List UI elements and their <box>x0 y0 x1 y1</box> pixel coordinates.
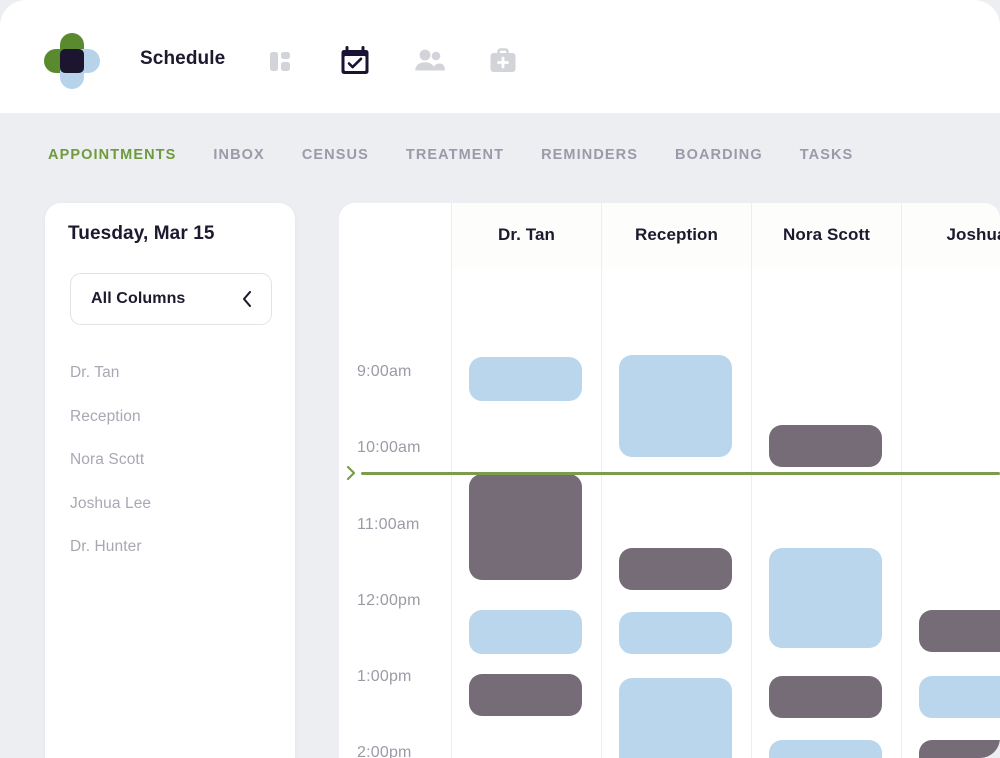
dashboard-icon[interactable] <box>262 42 300 80</box>
sidebar-item-joshua-lee[interactable]: Joshua Lee <box>70 482 280 526</box>
all-columns-selector[interactable]: All Columns <box>70 273 272 325</box>
appointment-block[interactable] <box>769 548 882 648</box>
calendar-check-icon[interactable] <box>336 42 374 80</box>
appointment-block[interactable] <box>469 357 582 401</box>
column-header-label: Nora Scott <box>783 225 870 244</box>
sidebar-item-reception[interactable]: Reception <box>70 395 280 439</box>
schedule-grid: 9:00am 10:00am 11:00am 12:00pm 1:00pm 2:00pm <box>339 267 1000 758</box>
time-label: 11:00am <box>357 516 420 533</box>
time-label: 12:00pm <box>357 592 421 609</box>
appointment-block[interactable] <box>469 610 582 654</box>
time-label: 9:00am <box>357 363 412 380</box>
column-header-label: Dr. Tan <box>497 225 556 244</box>
top-nav-icons <box>262 36 522 86</box>
schedule-panel: Dr. Tan Reception Nora Scott Joshua 9:00… <box>339 203 1000 758</box>
top-bar: Schedule <box>0 0 1000 113</box>
appointment-block[interactable] <box>919 740 1000 758</box>
sidebar-panel: Tuesday, Mar 15 All Columns Dr. Tan Rece… <box>45 203 295 758</box>
tab-treatment[interactable]: TREATMENT <box>406 147 504 163</box>
tab-boarding[interactable]: BOARDING <box>675 147 763 163</box>
current-time-line <box>361 472 1000 475</box>
tab-census[interactable]: CENSUS <box>302 147 369 163</box>
sidebar-item-dr-hunter[interactable]: Dr. Hunter <box>70 525 280 569</box>
page-title: Schedule <box>140 48 226 69</box>
tab-bar: APPOINTMENTS INBOX CENSUS TREATMENT REMI… <box>0 113 1000 297</box>
tab-appointments[interactable]: APPOINTMENTS <box>48 147 176 163</box>
appointment-block[interactable] <box>619 355 732 457</box>
chevron-left-icon <box>240 290 254 308</box>
appointment-block[interactable] <box>769 425 882 467</box>
column-header-label: Joshua <box>946 225 1000 244</box>
sidebar-column-list: Dr. Tan Reception Nora Scott Joshua Lee … <box>70 351 280 569</box>
appointment-block[interactable] <box>919 610 1000 652</box>
people-icon[interactable] <box>410 42 448 80</box>
appointment-block[interactable] <box>469 674 582 716</box>
sidebar-item-dr-tan[interactable]: Dr. Tan <box>70 351 280 395</box>
column-header-joshua[interactable]: Joshua <box>901 203 1000 267</box>
appointment-block[interactable] <box>769 676 882 718</box>
column-header-label: Reception <box>634 225 719 244</box>
time-gutter-header <box>339 203 451 267</box>
sidebar-item-nora-scott[interactable]: Nora Scott <box>70 438 280 482</box>
appointment-block[interactable] <box>619 548 732 590</box>
time-label: 2:00pm <box>357 744 412 758</box>
time-label: 1:00pm <box>357 668 412 685</box>
appointment-block[interactable] <box>619 678 732 758</box>
tab-reminders[interactable]: REMINDERS <box>541 147 638 163</box>
tab-tasks[interactable]: TASKS <box>800 147 854 163</box>
tab-list: APPOINTMENTS INBOX CENSUS TREATMENT REMI… <box>48 147 853 163</box>
all-columns-label: All Columns <box>91 290 186 307</box>
medical-bag-plus-icon[interactable] <box>484 42 522 80</box>
sidebar-date: Tuesday, Mar 15 <box>68 223 215 244</box>
appointment-block[interactable] <box>469 474 582 580</box>
logo-center-square <box>60 49 84 73</box>
chevron-right-icon[interactable] <box>344 464 358 482</box>
column-header-dr-tan[interactable]: Dr. Tan <box>451 203 601 267</box>
column-header-nora-scott[interactable]: Nora Scott <box>751 203 901 267</box>
appointment-block[interactable] <box>619 612 732 654</box>
schedule-app: Schedule APPOINTMENTS INBOX CENSUS TREAT… <box>0 0 1000 758</box>
schedule-column-headers: Dr. Tan Reception Nora Scott Joshua <box>339 203 1000 267</box>
time-label: 10:00am <box>357 439 421 456</box>
appointment-block[interactable] <box>919 676 1000 718</box>
column-header-reception[interactable]: Reception <box>601 203 751 267</box>
plus-cross-logo[interactable] <box>42 30 102 90</box>
appointment-block[interactable] <box>769 740 882 758</box>
tab-inbox[interactable]: INBOX <box>213 147 264 163</box>
